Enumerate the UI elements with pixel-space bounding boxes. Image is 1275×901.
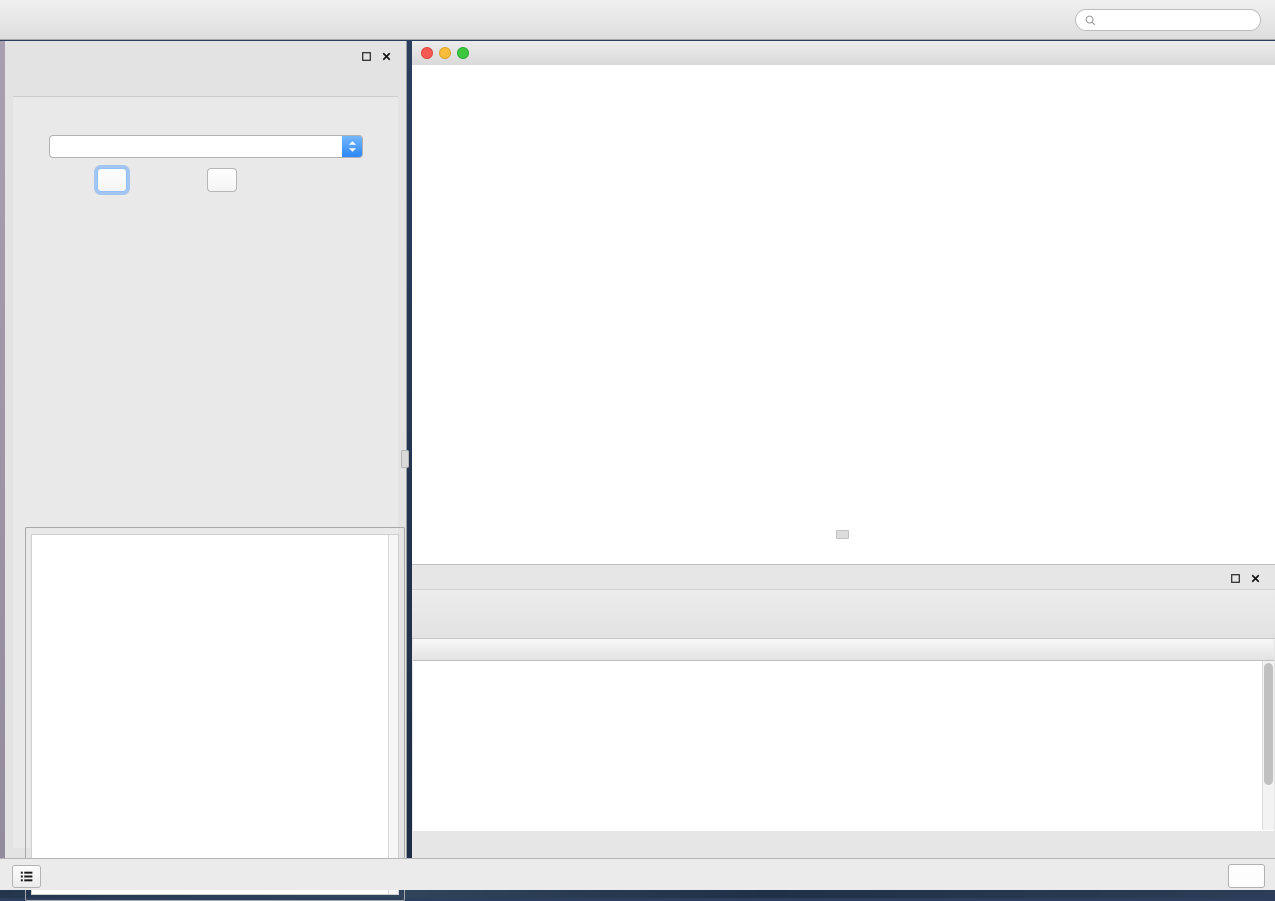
criterion-dropdown[interactable] bbox=[49, 135, 363, 158]
float-table-panel-icon[interactable] bbox=[1229, 572, 1242, 585]
status-bar bbox=[0, 858, 1275, 890]
search-field[interactable] bbox=[1075, 9, 1261, 31]
search-icon bbox=[1083, 13, 1098, 28]
horizontal-splitter-handle[interactable] bbox=[836, 530, 849, 539]
task-history-button[interactable] bbox=[12, 865, 41, 888]
mcds-list-scrollbar[interactable] bbox=[388, 535, 398, 894]
network-canvas[interactable] bbox=[412, 65, 1275, 564]
control-panel bbox=[5, 41, 407, 858]
mcds-result-group bbox=[25, 527, 405, 901]
table-panel bbox=[412, 564, 1275, 858]
minimize-window-light[interactable] bbox=[439, 47, 451, 59]
close-window-light[interactable] bbox=[421, 47, 433, 59]
run-mcds-button[interactable] bbox=[97, 168, 127, 192]
table-toolbar bbox=[412, 589, 1275, 639]
menu-list-icon bbox=[18, 868, 35, 885]
table-scrollbar-thumb[interactable] bbox=[1264, 663, 1273, 785]
node-table bbox=[413, 639, 1274, 831]
close-panel-icon[interactable] bbox=[380, 50, 393, 63]
vertical-splitter-handle[interactable] bbox=[401, 450, 409, 468]
memory-button[interactable] bbox=[1228, 864, 1265, 888]
network-window-titlebar[interactable] bbox=[412, 41, 1275, 66]
mcds-result-list[interactable] bbox=[31, 534, 399, 895]
close-table-panel-icon[interactable] bbox=[1249, 572, 1262, 585]
memory-status-dot bbox=[1237, 871, 1248, 882]
table-scrollbar[interactable] bbox=[1262, 661, 1274, 830]
close-panel-button[interactable] bbox=[207, 168, 237, 192]
dropdown-stepper-icon bbox=[342, 136, 362, 157]
search-input[interactable] bbox=[1098, 10, 1260, 30]
float-window-icon[interactable] bbox=[360, 50, 373, 63]
table-body bbox=[413, 660, 1274, 831]
mcds-tab-content bbox=[13, 96, 398, 848]
table-header-row bbox=[413, 639, 1274, 661]
network-view-window bbox=[412, 41, 1275, 564]
maximize-window-light[interactable] bbox=[457, 47, 469, 59]
